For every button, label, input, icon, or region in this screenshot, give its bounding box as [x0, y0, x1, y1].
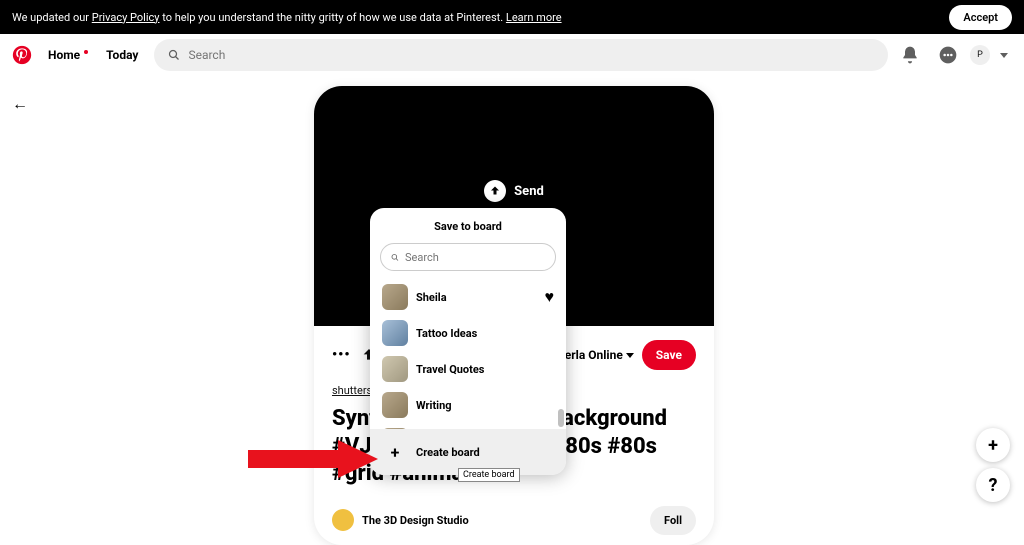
- board-thumb: [382, 320, 408, 346]
- board-selector[interactable]: Perla Online: [557, 348, 634, 362]
- board-thumb: [382, 356, 408, 382]
- board-thumb: [382, 284, 408, 310]
- today-nav[interactable]: Today: [96, 48, 148, 62]
- accept-button[interactable]: Accept: [949, 5, 1012, 30]
- send-icon: [484, 180, 506, 202]
- board-name-label: Travel Quotes: [416, 363, 554, 376]
- board-thumb: [382, 428, 408, 429]
- scrollbar[interactable]: [558, 409, 564, 427]
- annotation-arrow: [248, 440, 378, 478]
- add-fab[interactable]: +: [976, 428, 1010, 462]
- privacy-policy-link[interactable]: Privacy Policy: [92, 11, 160, 24]
- back-button[interactable]: ←: [12, 94, 28, 114]
- author-avatar[interactable]: [332, 509, 354, 531]
- save-button[interactable]: Save: [642, 340, 696, 370]
- privacy-policy-banner: We updated our Privacy Policy to help yo…: [0, 0, 1024, 34]
- author-name[interactable]: The 3D Design Studio: [362, 514, 469, 527]
- heart-icon: ♥: [545, 287, 555, 307]
- board-item[interactable]: Tattoo Ideas: [370, 315, 566, 351]
- pin-author-row: The 3D Design Studio Foll: [314, 496, 714, 545]
- popover-title: Save to board: [370, 220, 566, 243]
- save-to-board-popover: Save to board Sheila ♥ Tattoo Ideas Trav…: [370, 208, 566, 475]
- home-nav[interactable]: Home: [38, 48, 90, 62]
- search-bar[interactable]: [154, 39, 888, 71]
- chevron-down-icon: [626, 353, 634, 358]
- search-input[interactable]: [188, 48, 874, 62]
- chevron-down-icon[interactable]: [1000, 53, 1008, 58]
- main-header: Home Today P: [0, 34, 1024, 76]
- chat-icon[interactable]: [938, 45, 958, 65]
- create-board-label: Create board: [416, 446, 480, 459]
- board-search-input[interactable]: [405, 251, 545, 264]
- board-name-label: Sheila: [416, 291, 537, 304]
- board-thumb: [382, 392, 408, 418]
- learn-more-link[interactable]: Learn more: [506, 11, 562, 24]
- policy-text: We updated our Privacy Policy to help yo…: [12, 11, 562, 24]
- search-icon: [391, 252, 399, 263]
- board-item[interactable]: Travel Quotes: [370, 351, 566, 387]
- more-options-button[interactable]: •••: [332, 347, 351, 363]
- board-item[interactable]: Writing: [370, 387, 566, 423]
- bell-icon[interactable]: [900, 45, 920, 65]
- follow-button[interactable]: Foll: [650, 506, 696, 535]
- board-item[interactable]: Sheila ♥: [370, 279, 566, 315]
- board-name-label: Writing: [416, 399, 554, 412]
- create-board-tooltip: Create board: [458, 468, 520, 482]
- search-icon: [168, 49, 180, 61]
- board-list[interactable]: Sheila ♥ Tattoo Ideas Travel Quotes Writ…: [370, 279, 566, 429]
- board-search[interactable]: [380, 243, 556, 271]
- send-overlay[interactable]: Send: [484, 180, 544, 202]
- plus-icon: +: [384, 441, 406, 463]
- board-item[interactable]: Your Pinterest Likes 🔒: [370, 423, 566, 429]
- board-name-label: Tattoo Ideas: [416, 327, 554, 340]
- help-fab[interactable]: ?: [976, 468, 1010, 502]
- pinterest-logo-icon[interactable]: [12, 45, 32, 65]
- user-avatar[interactable]: P: [970, 45, 990, 65]
